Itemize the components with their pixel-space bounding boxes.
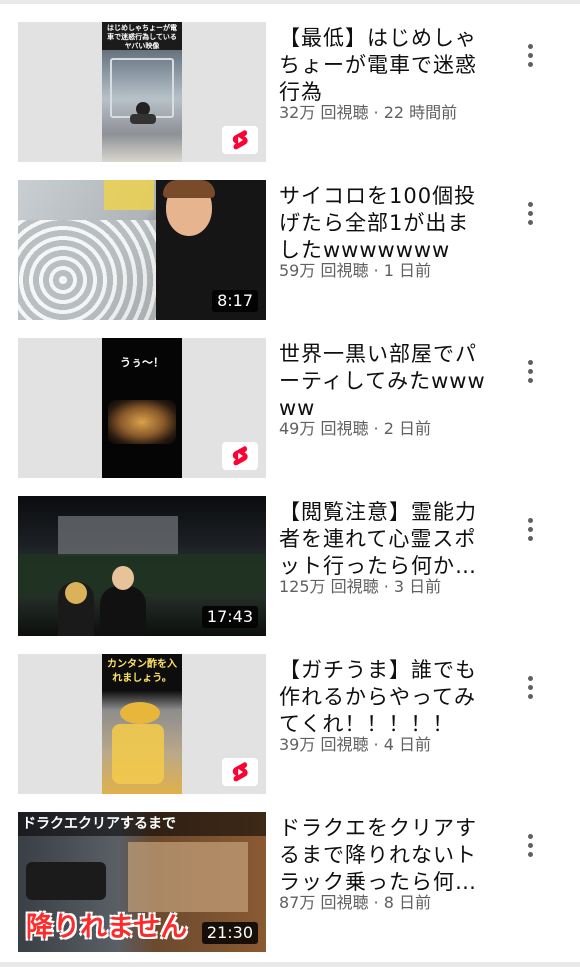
video-title[interactable]: サイコロを100個投げたら全部1が出ましたwwwwwww — [279, 183, 489, 264]
video-item[interactable]: ドラクエクリアするまで 降りれません 21:30 ドラクエをクリアするまで降りれ… — [0, 812, 580, 967]
more-vert-icon[interactable] — [518, 356, 542, 386]
upload-age: 8 日前 — [383, 893, 431, 912]
video-item[interactable]: はじめしゃちょーが電車で迷惑行為しているヤバい映像 【最低】はじめしゃちょーが電… — [0, 22, 580, 180]
shorts-badge — [222, 442, 258, 470]
shorts-icon — [232, 130, 248, 150]
upload-age: 22 時間前 — [383, 103, 458, 122]
thumbnail-caption: うぅ～！ — [120, 356, 164, 369]
more-vert-icon[interactable] — [518, 830, 542, 860]
video-title[interactable]: ドラクエをクリアするまで降りれないトラック乗ったら何… — [279, 815, 489, 896]
meta-separator: · — [368, 735, 384, 754]
view-count: 87万 回視聴 — [279, 893, 369, 912]
video-feed: はじめしゃちょーが電車で迷惑行為しているヤバい映像 【最低】はじめしゃちょーが電… — [0, 22, 580, 967]
person-figure — [100, 586, 146, 636]
video-item[interactable]: カンタン酢を入れましょう。 【ガチうま】誰でも作れるからやってみてくれ！！！！！… — [0, 654, 580, 812]
video-meta: 59万 回視聴 · 1 日前 — [279, 261, 499, 281]
video-item[interactable]: うぅ～！ 世界一黒い部屋でパーティしてみたwwwww 49万 回視聴 · 2 日… — [0, 338, 580, 496]
view-count: 39万 回視聴 — [279, 735, 369, 754]
video-meta: 39万 回視聴 · 4 日前 — [279, 735, 499, 755]
truck-figure — [26, 862, 106, 900]
video-thumbnail[interactable]: 17:43 — [18, 496, 266, 636]
meta-separator: · — [368, 261, 384, 280]
meta-separator: · — [368, 419, 384, 438]
view-count: 49万 回視聴 — [279, 419, 369, 438]
more-vert-icon[interactable] — [518, 198, 542, 228]
meta-separator: · — [378, 577, 394, 596]
video-title[interactable]: 【最低】はじめしゃちょーが電車で迷惑行為 — [279, 25, 489, 106]
top-divider — [0, 0, 580, 4]
video-thumbnail[interactable]: カンタン酢を入れましょう。 — [18, 654, 266, 794]
view-count: 59万 回視聴 — [279, 261, 369, 280]
shorts-badge — [222, 758, 258, 786]
video-meta: 32万 回視聴 · 22 時間前 — [279, 103, 499, 123]
shorts-icon — [232, 446, 248, 466]
video-meta: 87万 回視聴 · 8 日前 — [279, 893, 499, 913]
building-silhouette — [58, 516, 178, 556]
dice-scatter — [18, 220, 168, 320]
upload-age: 1 日前 — [383, 261, 431, 280]
thumbnail-caption-top: ドラクエクリアするまで — [22, 816, 176, 832]
video-meta: 125万 回視聴 · 3 日前 — [279, 577, 499, 597]
video-duration: 8:17 — [212, 290, 258, 312]
video-item[interactable]: 17:43 【閲覧注意】霊能力者を連れて心霊スポット行ったら何か… 125万 回… — [0, 496, 580, 654]
thumbnail-caption-bottom: 降りれません — [26, 912, 188, 943]
video-meta: 49万 回視聴 · 2 日前 — [279, 419, 499, 439]
view-count: 125万 回視聴 — [279, 577, 379, 596]
video-thumbnail[interactable]: 8:17 — [18, 180, 266, 320]
bottom-divider — [0, 962, 580, 967]
shorts-badge — [222, 126, 258, 154]
video-title[interactable]: 世界一黒い部屋でパーティしてみたwwwww — [279, 341, 489, 422]
upload-age: 2 日前 — [383, 419, 431, 438]
video-duration: 21:30 — [201, 922, 258, 944]
more-vert-icon[interactable] — [518, 514, 542, 544]
video-title[interactable]: 【ガチうま】誰でも作れるからやってみてくれ！！！！！ — [279, 657, 489, 738]
meta-separator: · — [368, 893, 384, 912]
view-count: 32万 回視聴 — [279, 103, 369, 122]
video-thumbnail[interactable]: ドラクエクリアするまで 降りれません 21:30 — [18, 812, 266, 952]
upload-age: 4 日前 — [383, 735, 431, 754]
thumbnail-caption: はじめしゃちょーが電車で迷惑行為しているヤバい映像 — [107, 24, 177, 50]
upload-age: 3 日前 — [393, 577, 442, 596]
more-vert-icon[interactable] — [518, 40, 542, 70]
thumbnail-caption: カンタン酢を入れましょう。 — [107, 659, 177, 684]
video-title[interactable]: 【閲覧注意】霊能力者を連れて心霊スポット行ったら何か… — [279, 499, 489, 580]
meta-separator: · — [368, 103, 384, 122]
shorts-icon — [232, 762, 248, 782]
video-thumbnail[interactable]: うぅ～！ — [18, 338, 266, 478]
video-thumbnail[interactable]: はじめしゃちょーが電車で迷惑行為しているヤバい映像 — [18, 22, 266, 162]
more-vert-icon[interactable] — [518, 672, 542, 702]
video-duration: 17:43 — [201, 606, 258, 628]
video-item[interactable]: 8:17 サイコロを100個投げたら全部1が出ましたwwwwwww 59万 回視… — [0, 180, 580, 338]
